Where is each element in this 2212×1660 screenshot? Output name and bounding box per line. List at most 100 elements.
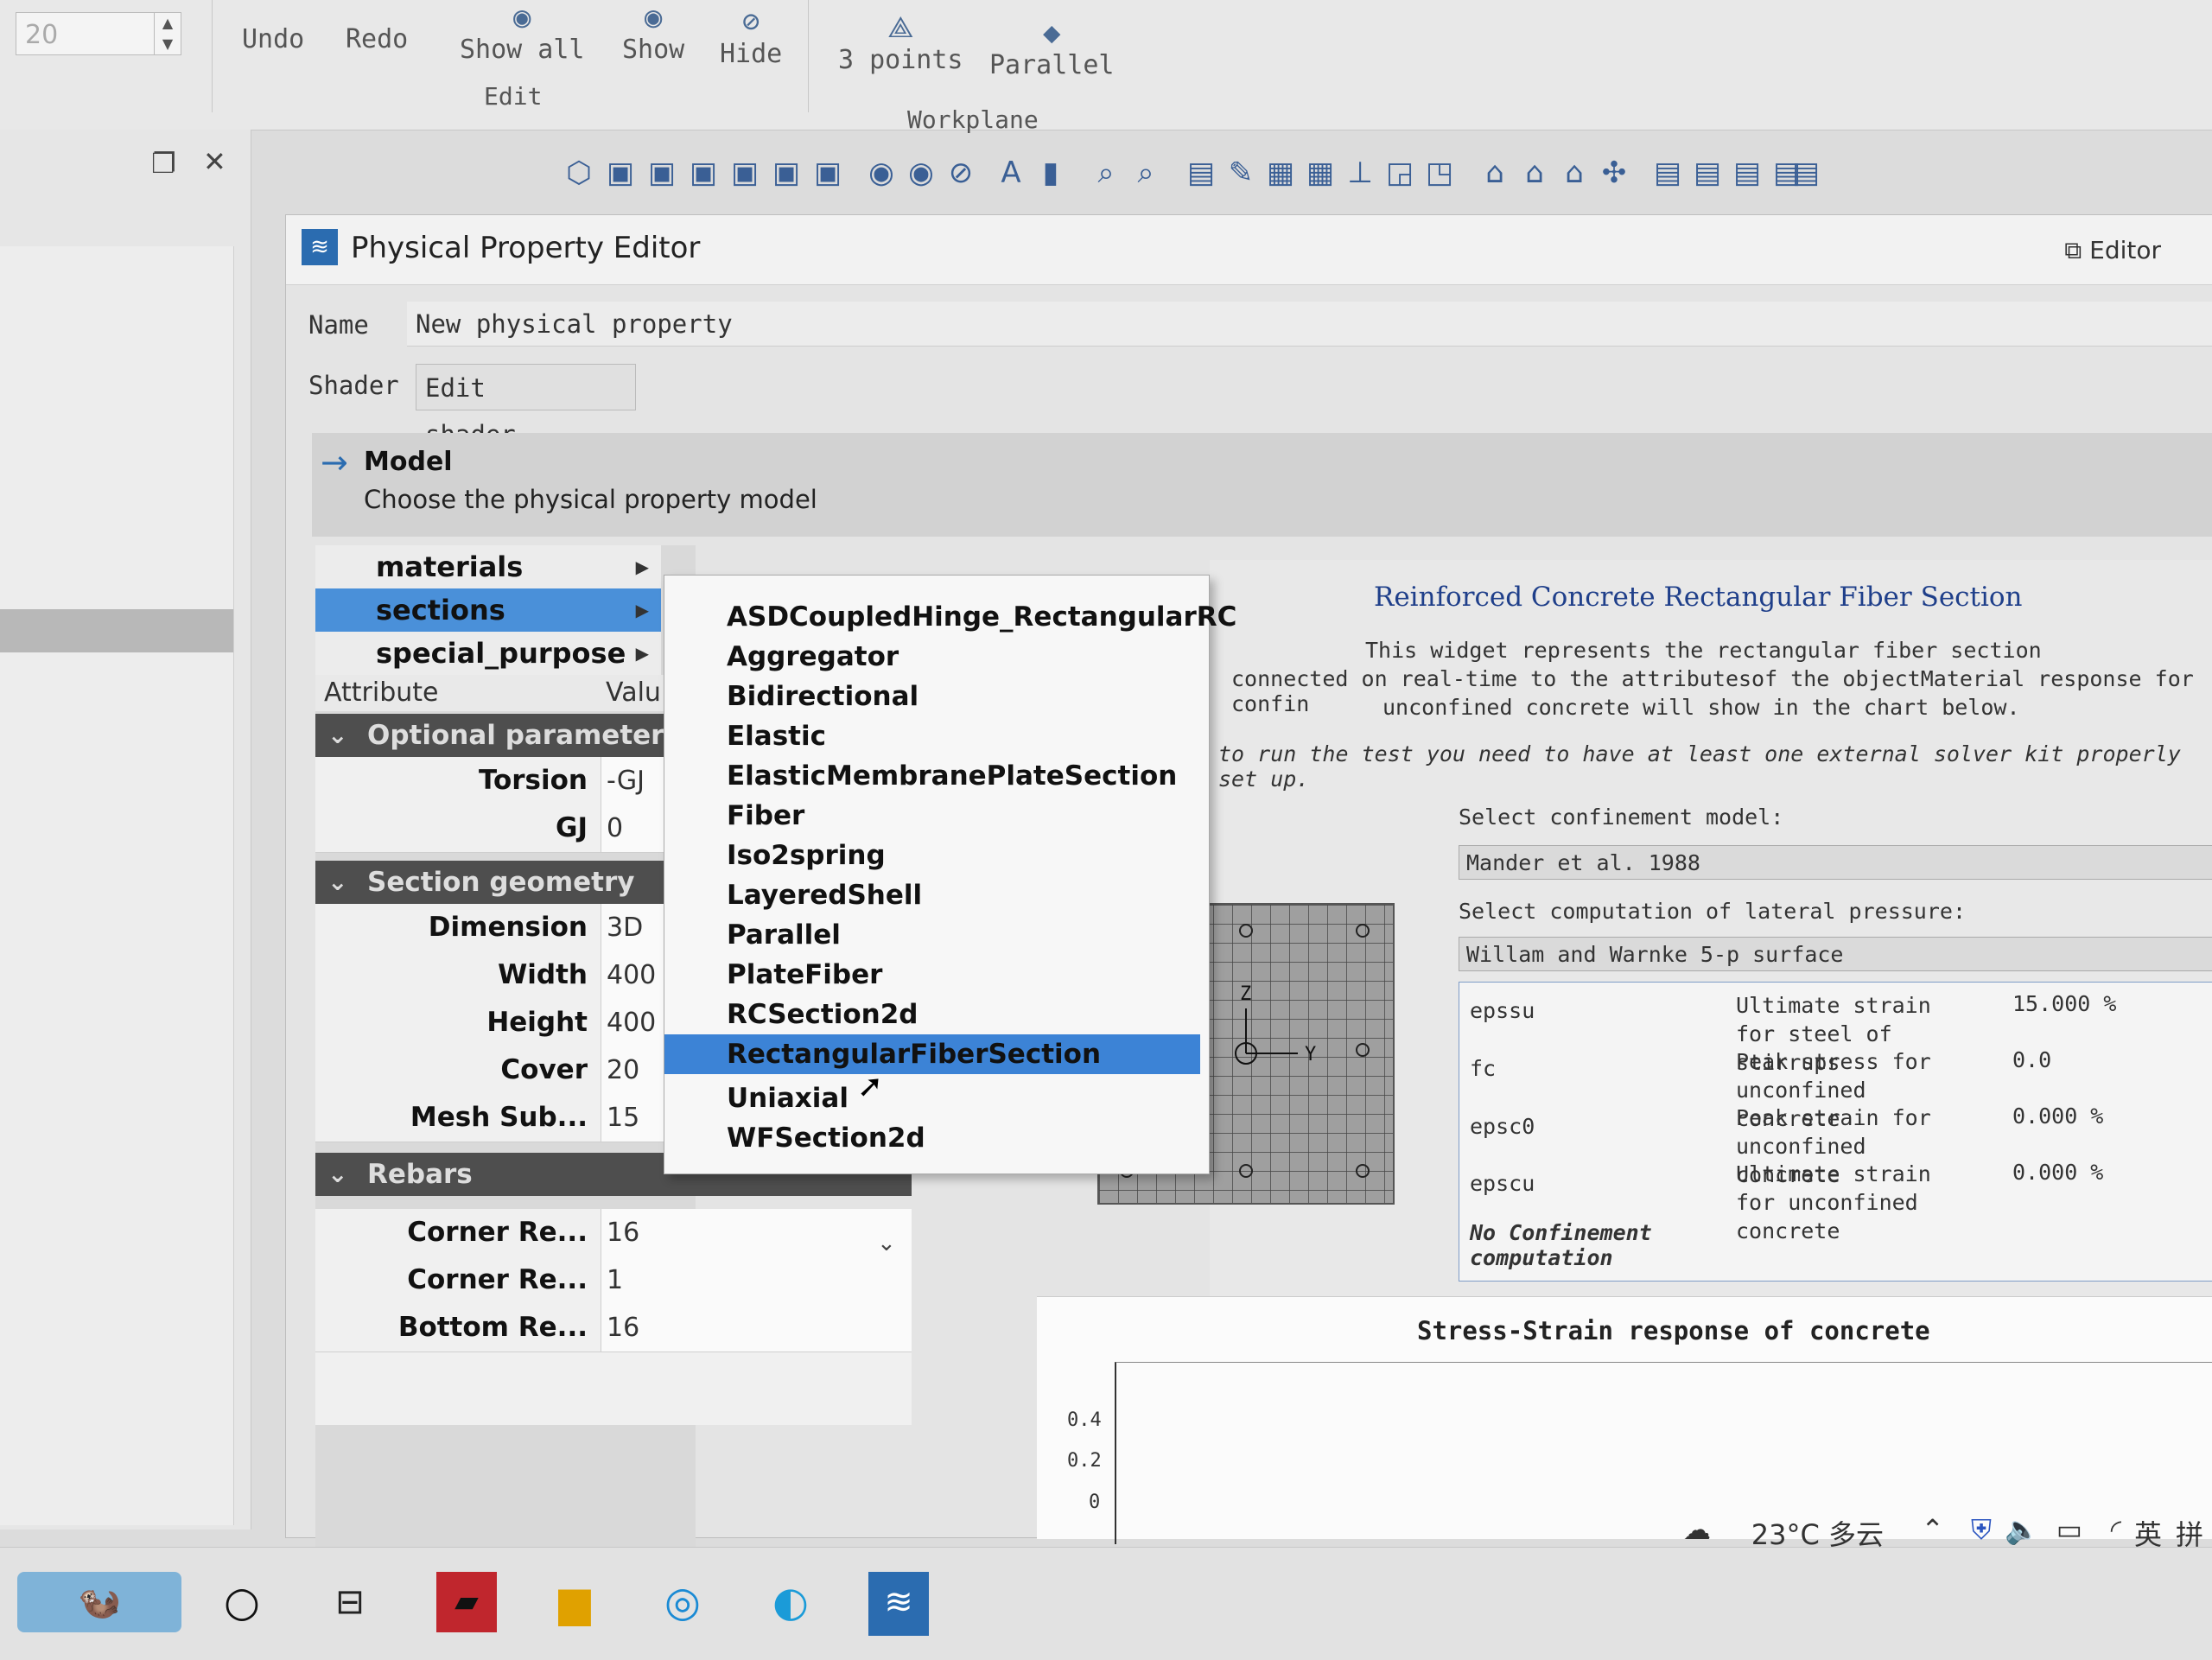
back-view-icon[interactable]: ▣ — [645, 151, 679, 194]
property-row-width[interactable]: Width 400 — [315, 951, 696, 1000]
chevron-up-icon[interactable]: ⌃ — [1921, 1513, 1944, 1546]
submenu-item[interactable]: Aggregator — [664, 637, 1209, 677]
grid-icon[interactable]: ▦ — [1303, 151, 1338, 194]
property-row-mesh-subdivision[interactable]: Mesh Sub... 15 — [315, 1094, 696, 1142]
edge-browser-icon[interactable]: ◐ — [760, 1572, 821, 1632]
layer-icon[interactable]: ▤ — [1789, 151, 1823, 194]
stko-app-icon[interactable]: ≋ — [868, 1572, 929, 1636]
wifi-icon[interactable]: ◜ — [2111, 1513, 2121, 1546]
submenu-item[interactable]: Bidirectional — [664, 677, 1209, 716]
section-geometry-group[interactable]: ⌄ Section geometry — [315, 861, 696, 904]
eye-off-icon[interactable]: ⊘ — [944, 151, 978, 194]
property-row-gj[interactable]: GJ 0 — [315, 805, 696, 853]
grid-icon[interactable]: ▦ — [1263, 151, 1298, 194]
redo-button[interactable]: Redo — [346, 24, 408, 54]
show-all-button[interactable]: ◉ Show all — [460, 0, 585, 65]
chart-plot-area — [1115, 1362, 2212, 1544]
menu-item-special-purpose[interactable]: special_purpose ▶ — [315, 632, 661, 675]
dialog-title-bar[interactable]: ≋ Physical Property Editor ⧉ Editor — [286, 215, 2212, 285]
show-button[interactable]: ◉ Show — [622, 0, 684, 65]
menu-item-materials[interactable]: materials ▶ — [315, 545, 661, 588]
property-row-corner-rebar-diameter[interactable]: Corner Re... 16 — [315, 1209, 912, 1257]
weather-icon[interactable]: ☁ — [1683, 1513, 1711, 1546]
file-explorer-icon[interactable]: ▆ — [544, 1572, 605, 1632]
editor-tab[interactable]: ⧉ Editor — [2064, 236, 2161, 265]
shield-icon[interactable]: ⛨ — [1971, 1513, 1992, 1547]
attribute-column-header: Attribute — [324, 677, 439, 708]
axis-icon[interactable]: ⊥ — [1343, 151, 1377, 194]
restore-icon[interactable]: ❐ — [151, 147, 176, 180]
property-row-bottom-rebar[interactable]: Bottom Re... 16 — [315, 1304, 912, 1352]
iso-view-icon[interactable]: ⬡ — [562, 151, 596, 194]
battery-icon[interactable]: ▭ — [2056, 1513, 2082, 1546]
zoom-fit-icon[interactable]: ⌕ — [1089, 151, 1123, 194]
spin-box[interactable]: 20 ▲ ▼ — [16, 12, 181, 55]
front-view-icon[interactable]: ▣ — [603, 151, 638, 194]
volume-icon[interactable]: 🔈 — [2005, 1513, 2039, 1546]
eye-icon[interactable]: ◉ — [864, 151, 899, 194]
scroll-down-icon[interactable]: ⌄ — [877, 1231, 896, 1256]
submenu-item[interactable]: Uniaxial — [664, 1078, 1209, 1118]
submenu-item[interactable]: RCSection2d — [664, 995, 1209, 1034]
select-icon[interactable]: ◳ — [1422, 151, 1457, 194]
left-panel-selected-row[interactable] — [0, 609, 233, 652]
bottom-view-icon[interactable]: ▣ — [728, 151, 762, 194]
layer-icon[interactable]: ▤ — [1730, 151, 1764, 194]
app-red-icon[interactable]: ▰ — [436, 1572, 497, 1632]
search-icon[interactable]: ○ — [212, 1572, 272, 1632]
weather-text[interactable]: 23°C 多云 — [1751, 1513, 1884, 1553]
spin-arrows-icon[interactable]: ▲ ▼ — [154, 13, 181, 54]
sections-submenu: ASDCoupledHinge_RectangularRC Aggregator… — [664, 575, 1236, 1174]
bar-icon[interactable]: ▮ — [1033, 151, 1068, 194]
task-view-icon[interactable]: ⊟ — [320, 1572, 380, 1632]
submenu-item[interactable]: Elastic — [664, 716, 1209, 756]
top-view-icon[interactable]: ▣ — [686, 151, 721, 194]
zoom-icon[interactable]: ⌕ — [1128, 151, 1163, 194]
submenu-item[interactable]: WFSection2d — [664, 1118, 1209, 1158]
eye-icon[interactable]: ◉ — [904, 151, 938, 194]
parallel-button[interactable]: ◆ Parallel — [989, 16, 1115, 80]
chevron-down-icon: ⌄ — [327, 1160, 348, 1188]
submenu-item[interactable]: LayeredShell — [664, 875, 1209, 915]
menu-item-sections[interactable]: sections ▶ — [315, 588, 661, 632]
node-icon[interactable]: ⌂ — [1478, 151, 1512, 194]
node-icon[interactable]: ⌂ — [1557, 151, 1592, 194]
property-row-torsion[interactable]: Torsion -GJ — [315, 757, 696, 805]
property-row-corner-rebar-count[interactable]: Corner Re... 1 — [315, 1256, 912, 1305]
submenu-item[interactable]: Parallel — [664, 915, 1209, 955]
node-icon[interactable]: ⌂ — [1517, 151, 1552, 194]
submenu-item[interactable]: Iso2spring — [664, 836, 1209, 875]
undo-button[interactable]: Undo — [242, 24, 304, 54]
ribbon: 20 ▲ ▼ Undo Redo ◉ Show all ◉ Show ⊘ Hide… — [0, 0, 2212, 134]
optional-parameters-group[interactable]: ⌄ Optional parameters — [315, 714, 696, 757]
chat-icon[interactable]: ◎ — [652, 1572, 713, 1632]
submenu-item[interactable]: Fiber — [664, 796, 1209, 836]
measure-icon[interactable]: ✎ — [1224, 151, 1258, 194]
lateral-pressure-select[interactable]: Willam and Warnke 5-p surface — [1459, 937, 2212, 971]
name-input[interactable]: New physical property — [407, 302, 2212, 347]
hide-button[interactable]: ⊘ Hide — [720, 4, 782, 69]
select-box-icon[interactable]: ◲ — [1382, 151, 1417, 194]
screenshot-icon[interactable]: ▤ — [1184, 151, 1218, 194]
right-view-icon[interactable]: ▣ — [810, 151, 845, 194]
property-row-height[interactable]: Height 400 — [315, 999, 696, 1047]
pin-icon[interactable]: ✣ — [1597, 151, 1631, 194]
property-row-dimension[interactable]: Dimension 3D — [315, 904, 696, 952]
submenu-item[interactable]: ElasticMembranePlateSection — [664, 756, 1209, 796]
layer-icon[interactable]: ▤ — [1690, 151, 1725, 194]
layer-icon[interactable]: ▤ — [1650, 151, 1685, 194]
confinement-model-select[interactable]: Mander et al. 1988 — [1459, 845, 2212, 880]
y-tick-label: 0.2 — [1067, 1450, 1102, 1472]
three-points-button[interactable]: ⟁ 3 points — [838, 10, 963, 75]
submenu-item-selected[interactable]: RectangularFiberSection — [664, 1034, 1200, 1074]
text-icon[interactable]: A — [994, 151, 1028, 194]
ime-mode[interactable]: 拼 — [2176, 1513, 2203, 1553]
left-view-icon[interactable]: ▣ — [769, 151, 804, 194]
property-row-cover[interactable]: Cover 20 — [315, 1046, 696, 1095]
submenu-item[interactable]: ASDCoupledHinge_RectangularRC — [664, 597, 1236, 637]
edit-shader-button[interactable]: Edit shader... — [416, 364, 636, 449]
close-icon[interactable]: ✕ — [203, 145, 226, 178]
ime-language[interactable]: 英 — [2134, 1513, 2162, 1553]
widgets-icon[interactable]: 🦦 — [17, 1572, 181, 1632]
submenu-item[interactable]: PlateFiber — [664, 955, 1209, 995]
